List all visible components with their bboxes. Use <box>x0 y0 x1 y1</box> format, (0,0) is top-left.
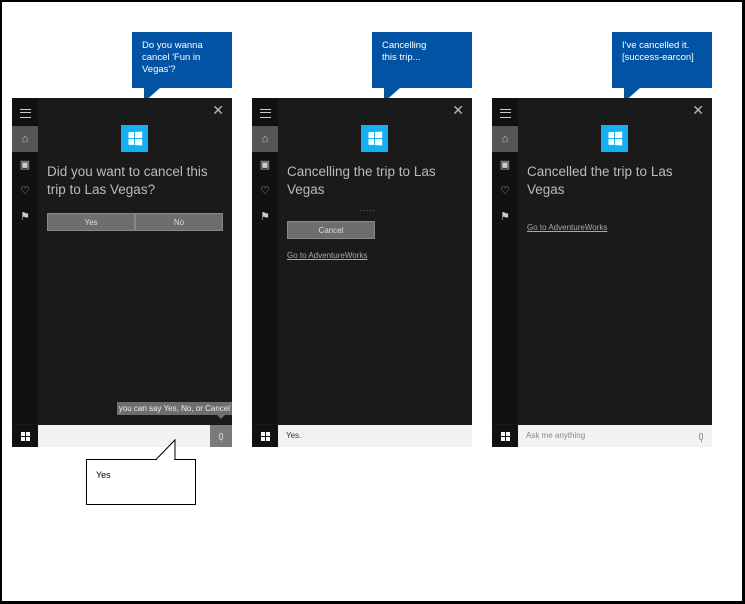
feedback-button[interactable]: ⚑ <box>12 203 38 229</box>
close-icon: ✕ <box>212 102 224 118</box>
user-speech-callout: Yes <box>86 459 196 505</box>
search-bar: Ask me anything <box>492 425 712 447</box>
bubble-text: I've cancelled it. <box>622 40 690 51</box>
sidebar: ⌂ ▣ ♡ ⚑ <box>492 98 518 424</box>
speech-bubble-2: Cancelling this trip... <box>372 32 472 102</box>
close-button[interactable]: ✕ <box>452 103 464 117</box>
microphone-icon <box>699 432 703 442</box>
bubble-text: [success-earcon] <box>622 52 694 63</box>
yes-button[interactable]: Yes <box>47 213 135 231</box>
notebook-button[interactable]: ▣ <box>492 151 518 177</box>
hamburger-icon <box>259 108 271 118</box>
hamburger-button[interactable] <box>252 100 278 126</box>
bubble-text: this trip... <box>382 52 421 63</box>
feedback-button[interactable]: ⚑ <box>252 203 278 229</box>
lightbulb-button[interactable]: ♡ <box>12 177 38 203</box>
bubble-text: Do you wanna <box>142 40 203 51</box>
progress-heading: Cancelling the trip to Las Vegas <box>287 164 436 197</box>
sidebar: ⌂ ▣ ♡ ⚑ <box>12 98 38 424</box>
home-icon: ⌂ <box>261 133 269 145</box>
close-icon: ✕ <box>692 102 704 118</box>
lightbulb-icon: ♡ <box>500 184 510 197</box>
start-button[interactable] <box>492 425 518 447</box>
close-button[interactable]: ✕ <box>692 103 704 117</box>
result-heading: Cancelled the trip to Las Vegas <box>527 164 673 197</box>
start-button[interactable] <box>12 425 38 447</box>
bubble-text: cancel 'Fun in <box>142 52 201 63</box>
voice-hint-tooltip: you can say Yes, No, or Cancel <box>116 402 232 419</box>
progress-dots: ..... <box>360 204 377 213</box>
mic-button[interactable] <box>690 425 712 447</box>
search-input[interactable]: Yes. <box>286 431 301 440</box>
speech-bubble-1: Do you wanna cancel 'Fun in Vegas'? <box>132 32 232 102</box>
windows-start-icon <box>500 431 510 441</box>
feedback-button[interactable]: ⚑ <box>492 203 518 229</box>
windows-logo-icon <box>361 125 388 152</box>
hamburger-icon <box>499 108 511 118</box>
windows-start-icon <box>20 431 30 441</box>
sidebar: ⌂ ▣ ♡ ⚑ <box>252 98 278 424</box>
speech-bubble-3: I've cancelled it. [success-earcon] <box>612 32 712 102</box>
prompt-heading: Did you want to cancel this trip to Las … <box>47 164 208 197</box>
cortana-panel-confirm: ⌂ ▣ ♡ ⚑ ✕ Did you want to cancel this tr… <box>12 98 232 447</box>
microphone-icon <box>219 432 223 442</box>
adventureworks-link[interactable]: Go to AdventureWorks <box>527 223 607 232</box>
home-button[interactable]: ⌂ <box>12 126 38 152</box>
search-bar: Yes. <box>252 425 472 447</box>
cortana-panel-progress: ⌂ ▣ ♡ ⚑ ✕ Cancelling the trip to Las Veg… <box>252 98 472 447</box>
feedback-icon: ⚑ <box>260 210 270 223</box>
search-input[interactable]: Ask me anything <box>526 431 585 440</box>
lightbulb-icon: ♡ <box>260 184 270 197</box>
home-icon: ⌂ <box>21 133 29 145</box>
cancel-button[interactable]: Cancel <box>287 221 375 239</box>
callout-text: Yes <box>96 470 111 480</box>
close-button[interactable]: ✕ <box>212 103 224 117</box>
lightbulb-button[interactable]: ♡ <box>252 177 278 203</box>
notebook-icon: ▣ <box>499 158 511 171</box>
adventureworks-link[interactable]: Go to AdventureWorks <box>287 251 367 260</box>
start-button[interactable] <box>252 425 278 447</box>
callout-tail-overlay <box>155 438 176 461</box>
windows-logo-icon <box>121 125 148 152</box>
bubble-text: Vegas'? <box>142 64 176 75</box>
bubble-text: Cancelling <box>382 40 427 51</box>
feedback-icon: ⚑ <box>500 210 510 223</box>
feedback-icon: ⚑ <box>20 210 30 223</box>
notebook-button[interactable]: ▣ <box>12 151 38 177</box>
home-button[interactable]: ⌂ <box>252 126 278 152</box>
windows-start-icon <box>260 431 270 441</box>
hamburger-icon <box>19 108 31 118</box>
no-button[interactable]: No <box>135 213 223 231</box>
home-icon: ⌂ <box>501 133 509 145</box>
lightbulb-icon: ♡ <box>20 184 30 197</box>
hamburger-button[interactable] <box>12 100 38 126</box>
lightbulb-button[interactable]: ♡ <box>492 177 518 203</box>
home-button[interactable]: ⌂ <box>492 126 518 152</box>
windows-logo-icon <box>601 125 628 152</box>
cortana-panel-done: ⌂ ▣ ♡ ⚑ ✕ Cancelled the trip to Las Vega… <box>492 98 712 447</box>
notebook-button[interactable]: ▣ <box>252 151 278 177</box>
notebook-icon: ▣ <box>19 158 31 171</box>
close-icon: ✕ <box>452 102 464 118</box>
notebook-icon: ▣ <box>259 158 271 171</box>
hamburger-button[interactable] <box>492 100 518 126</box>
mic-button[interactable] <box>210 425 232 447</box>
